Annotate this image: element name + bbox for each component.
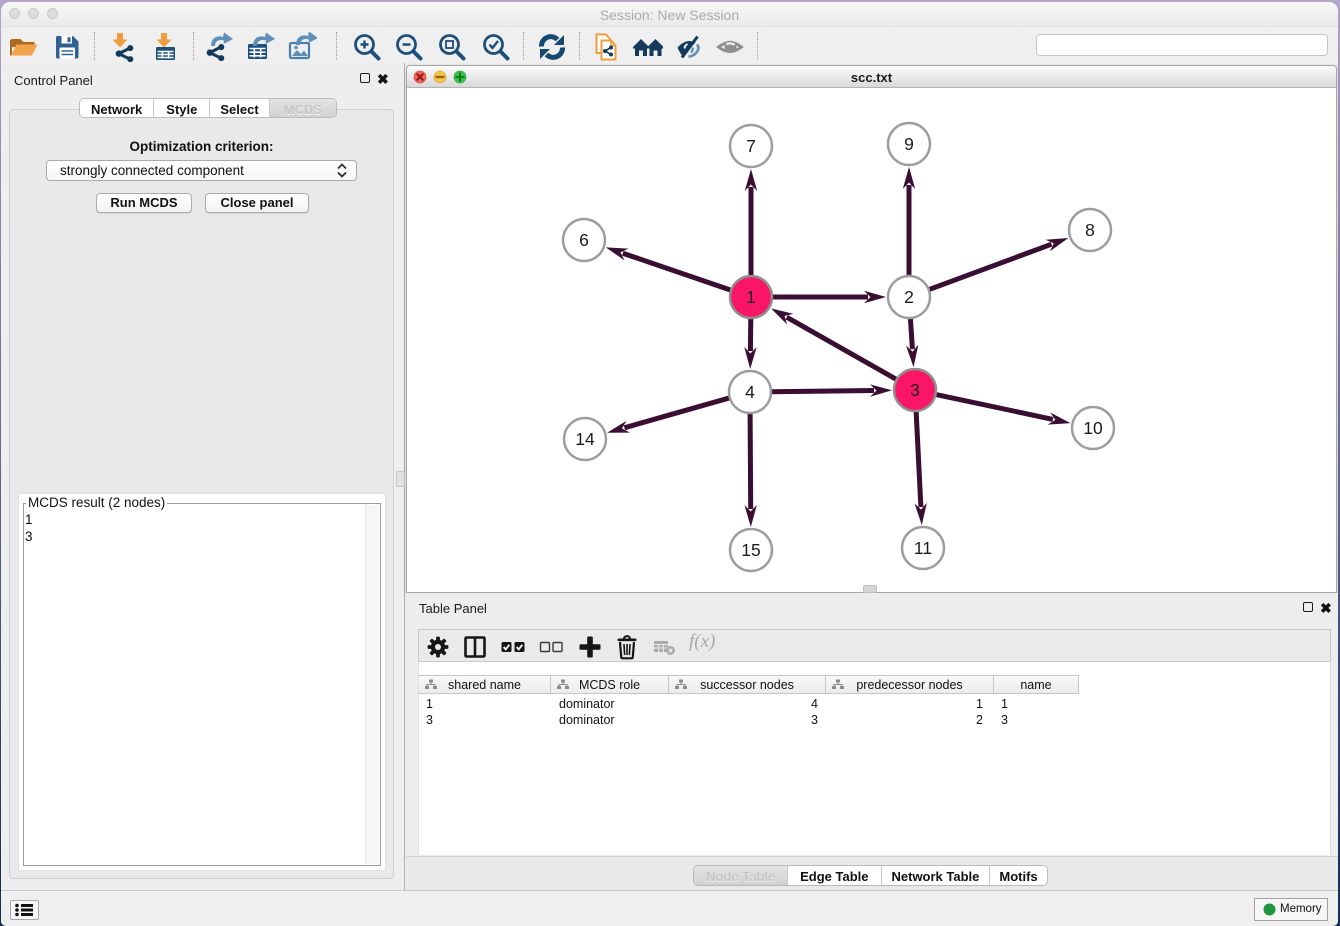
svg-text:4: 4 — [745, 382, 755, 402]
svg-text:9: 9 — [904, 134, 914, 154]
svg-text:6: 6 — [579, 230, 589, 250]
svg-text:10: 10 — [1083, 418, 1103, 438]
svg-text:3: 3 — [910, 380, 920, 400]
svg-text:1: 1 — [746, 287, 756, 307]
svg-text:8: 8 — [1085, 220, 1095, 240]
svg-text:15: 15 — [741, 540, 760, 560]
svg-text:11: 11 — [914, 538, 932, 558]
svg-text:14: 14 — [575, 429, 595, 449]
svg-text:2: 2 — [904, 287, 914, 307]
svg-text:7: 7 — [746, 136, 756, 156]
